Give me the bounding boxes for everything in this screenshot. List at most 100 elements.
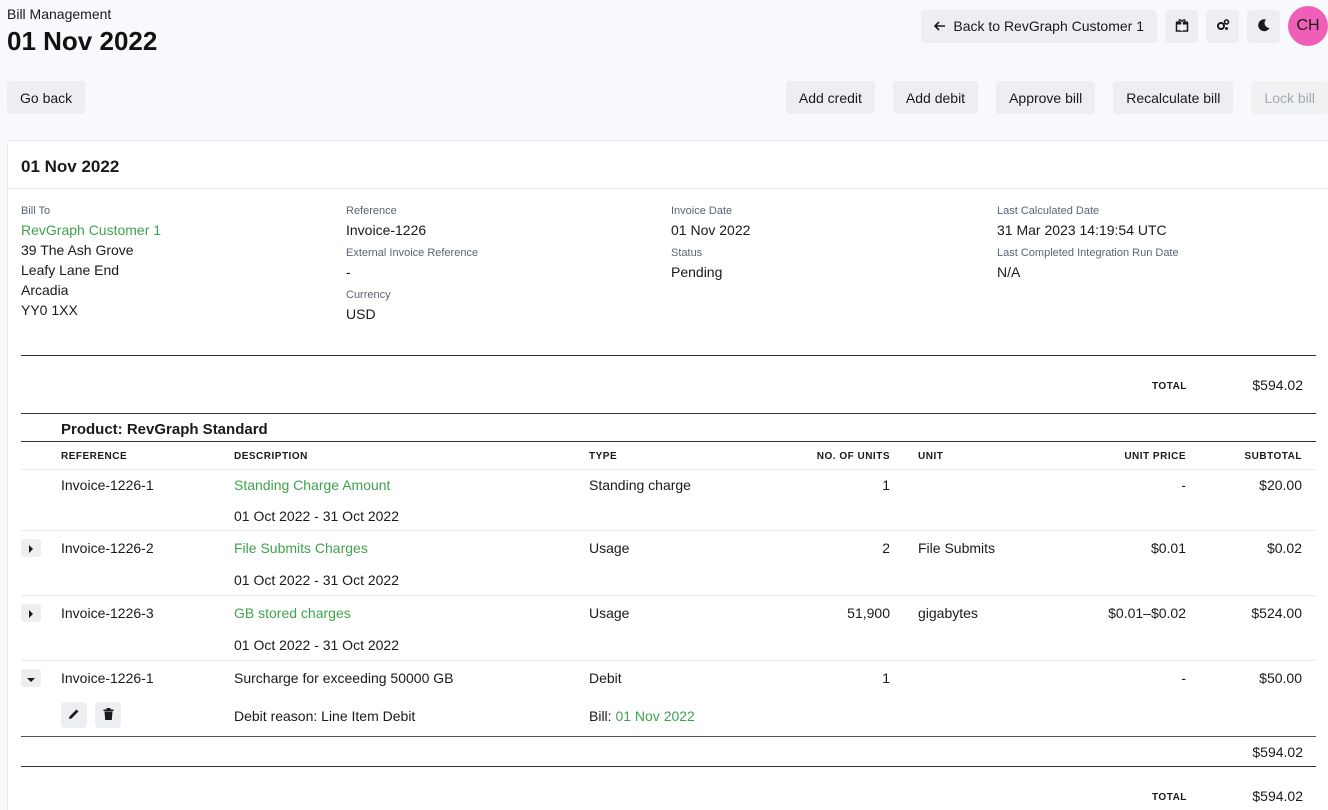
add-debit-button[interactable]: Add debit <box>892 81 979 114</box>
row-unit-price: - <box>1181 670 1186 686</box>
gift-icon <box>1175 18 1189 35</box>
reference-section: Reference Invoice-1226 External Invoice … <box>346 205 666 331</box>
row-type: Debit <box>589 670 622 686</box>
row-unit: File Submits <box>918 540 996 556</box>
row-subtotal: $50.00 <box>1259 670 1302 686</box>
settings-button[interactable] <box>1206 9 1239 43</box>
bill-card: 01 Nov 2022 Bill To RevGraph Customer 1 … <box>7 140 1328 810</box>
address-line: YY0 1XX <box>21 302 78 318</box>
total-label: TOTAL <box>1152 381 1187 392</box>
calc-section: Last Calculated Date 31 Mar 2023 14:19:5… <box>997 205 1317 289</box>
edit-debit-button[interactable] <box>61 702 87 728</box>
row-description-link[interactable]: File Submits Charges <box>234 540 368 556</box>
row-reference: Invoice-1226-1 <box>61 670 154 686</box>
row-unit-price: $0.01–$0.02 <box>1108 605 1186 621</box>
col-units: NO. OF UNITS <box>816 451 890 462</box>
row-reference: Invoice-1226-1 <box>61 477 154 493</box>
debit-bill-ref: Bill: 01 Nov 2022 <box>589 708 695 724</box>
col-type: TYPE <box>589 451 618 462</box>
row-description-link[interactable]: Standing Charge Amount <box>234 477 390 493</box>
currency-label: Currency <box>346 289 391 301</box>
row-reference: Invoice-1226-3 <box>61 605 154 621</box>
row-units: 51,900 <box>847 605 890 621</box>
recalculate-bill-button[interactable]: Recalculate bill <box>1113 81 1234 114</box>
product-subtotal: $594.02 <box>1252 744 1303 760</box>
moon-icon <box>1257 18 1271 35</box>
row-period: 01 Oct 2022 - 31 Oct 2022 <box>234 637 399 653</box>
top-actions: Back to RevGraph Customer 1 CH <box>921 6 1328 46</box>
grand-total-value: $594.02 <box>1252 788 1303 804</box>
back-to-customer-label: Back to RevGraph Customer 1 <box>953 18 1144 34</box>
gears-icon <box>1216 18 1230 35</box>
card-divider <box>8 188 1328 189</box>
last-run-label: Last Completed Integration Run Date <box>997 247 1179 259</box>
row-reference: Invoice-1226-2 <box>61 540 154 556</box>
last-calculated-value: 31 Mar 2023 14:19:54 UTC <box>997 222 1167 238</box>
currency-value: USD <box>346 306 376 322</box>
page-title: 01 Nov 2022 <box>7 26 158 56</box>
total-value: $594.02 <box>1252 377 1303 393</box>
grand-total-divider <box>21 766 1316 767</box>
reference-label: Reference <box>346 205 397 217</box>
collapse-row-button[interactable] <box>21 669 41 687</box>
col-description: DESCRIPTION <box>234 451 308 462</box>
invoice-date-label: Invoice Date <box>671 205 733 217</box>
expand-row-button[interactable] <box>21 604 41 622</box>
grand-total-label: TOTAL <box>1152 792 1187 803</box>
row-description-link[interactable]: GB stored charges <box>234 605 351 621</box>
debit-bill-label: Bill: <box>589 708 616 724</box>
row-description: Surcharge for exceeding 50000 GB <box>234 670 454 686</box>
product-divider <box>21 413 1316 414</box>
external-ref-value: - <box>346 264 351 280</box>
caret-right-icon <box>28 605 34 621</box>
reference-value: Invoice-1226 <box>346 222 427 238</box>
row-unit: gigabytes <box>918 605 978 621</box>
caret-right-icon <box>28 540 34 556</box>
customer-name-link[interactable]: RevGraph Customer 1 <box>21 220 341 240</box>
row-subtotal: $524.00 <box>1251 605 1302 621</box>
col-reference: REFERENCE <box>61 451 128 462</box>
last-calculated-label: Last Calculated Date <box>997 205 1100 217</box>
status-value: Pending <box>671 264 723 280</box>
add-credit-button[interactable]: Add credit <box>785 81 875 114</box>
product-subtotal-divider <box>21 736 1316 737</box>
row-type: Usage <box>589 540 630 556</box>
debit-reason: Debit reason: Line Item Debit <box>234 708 416 724</box>
address-line: Leafy Lane End <box>21 262 120 278</box>
expand-row-button[interactable] <box>21 539 41 557</box>
col-unit-price: UNIT PRICE <box>1124 451 1186 462</box>
row-type: Usage <box>589 605 630 621</box>
summary-divider <box>21 355 1316 356</box>
trash-icon <box>103 707 114 723</box>
theme-toggle-button[interactable] <box>1247 9 1280 43</box>
delete-debit-button[interactable] <box>95 702 121 728</box>
go-back-button[interactable]: Go back <box>7 81 86 114</box>
invoice-date-section: Invoice Date 01 Nov 2022 Status Pending <box>671 205 991 289</box>
col-subtotal: SUBTOTAL <box>1244 451 1302 462</box>
pencil-icon <box>68 707 80 723</box>
row-subtotal: $20.00 <box>1259 477 1302 493</box>
row-units: 2 <box>882 540 890 556</box>
lock-bill-button: Lock bill <box>1251 81 1328 114</box>
gift-button[interactable] <box>1165 9 1198 43</box>
debit-bill-link[interactable]: 01 Nov 2022 <box>615 708 694 724</box>
row-period: 01 Oct 2022 - 31 Oct 2022 <box>234 508 399 524</box>
row-period: 01 Oct 2022 - 31 Oct 2022 <box>234 572 399 588</box>
row-units: 1 <box>882 670 890 686</box>
approve-bill-button[interactable]: Approve bill <box>996 81 1096 114</box>
arrow-left-icon <box>934 18 946 34</box>
row-subtotal: $0.02 <box>1266 540 1302 556</box>
bill-card-title: 01 Nov 2022 <box>21 157 120 176</box>
user-avatar[interactable]: CH <box>1288 6 1328 46</box>
bill-to-section: Bill To RevGraph Customer 1 39 The Ash G… <box>21 205 341 320</box>
bill-actions: Add credit Add debit Approve bill Recalc… <box>785 81 1328 114</box>
invoice-date-value: 01 Nov 2022 <box>671 222 751 238</box>
row-unit-price: $0.01 <box>1150 540 1186 556</box>
bill-to-label: Bill To <box>21 205 51 217</box>
row-type: Standing charge <box>589 477 691 493</box>
caret-down-icon <box>27 670 35 686</box>
row-unit-price: - <box>1181 477 1186 493</box>
row-separator <box>21 595 1316 596</box>
back-to-customer-button[interactable]: Back to RevGraph Customer 1 <box>921 9 1157 43</box>
col-unit: UNIT <box>918 451 944 462</box>
